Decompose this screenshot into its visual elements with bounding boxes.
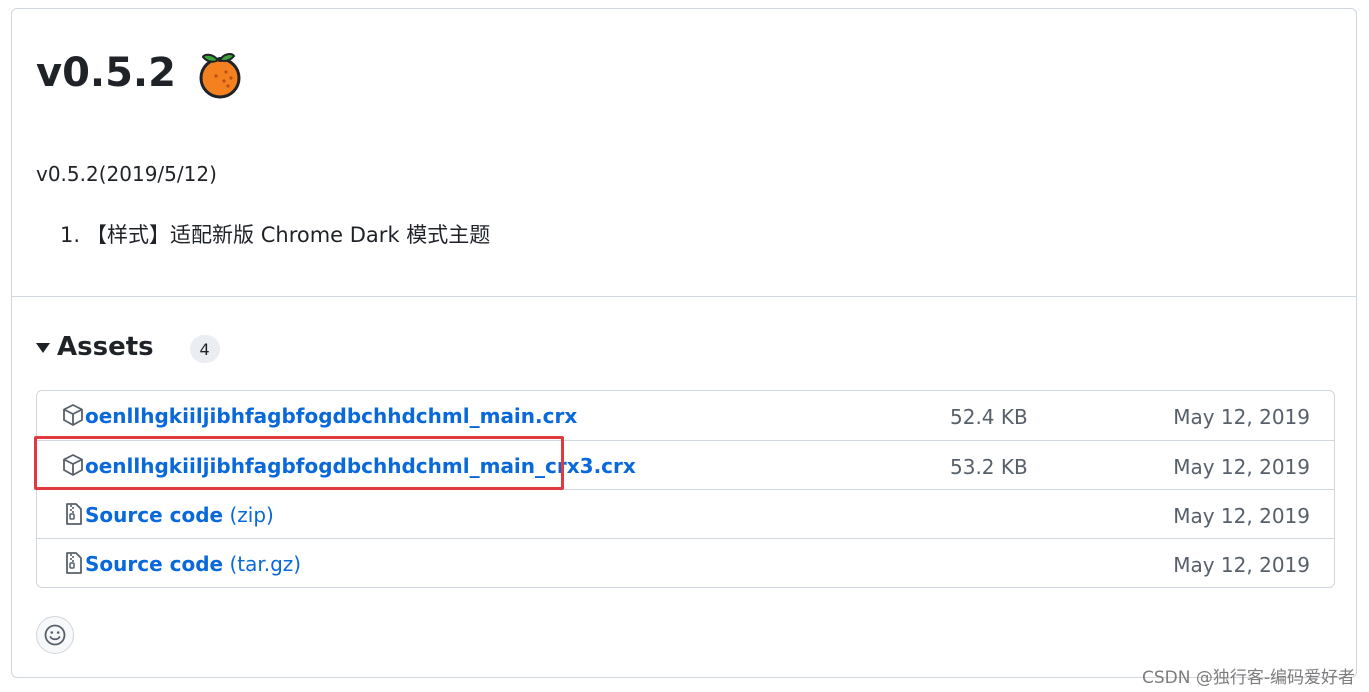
- asset-link-main-crx3[interactable]: oenllhgkiiljibhfagbfogdbchhdchml_main_cr…: [85, 453, 636, 479]
- package-icon: [63, 454, 83, 476]
- package-icon: [63, 404, 83, 426]
- smiley-icon: [44, 624, 66, 646]
- asset-row: oenllhgkiiljibhfagbfogdbchhdchml_main_cr…: [37, 440, 1334, 489]
- asset-link-source-targz[interactable]: Source code (tar.gz): [85, 551, 301, 577]
- file-zip-icon: [66, 503, 82, 525]
- assets-title: Assets: [57, 332, 154, 362]
- assets-list: oenllhgkiiljibhfagbfogdbchhdchml_main.cr…: [36, 390, 1335, 588]
- release-date-line: v0.5.2(2019/5/12): [36, 162, 217, 186]
- asset-date: May 12, 2019: [1173, 405, 1310, 429]
- section-divider: [12, 296, 1356, 297]
- asset-date: May 12, 2019: [1173, 504, 1310, 528]
- assets-count-badge: 4: [189, 335, 220, 363]
- asset-date: May 12, 2019: [1173, 553, 1310, 577]
- add-reaction-button[interactable]: [36, 616, 74, 654]
- asset-date: May 12, 2019: [1173, 455, 1310, 479]
- release-note-number: 1.: [60, 223, 81, 247]
- asset-row: oenllhgkiiljibhfagbfogdbchhdchml_main.cr…: [37, 391, 1334, 440]
- caret-down-icon: [36, 343, 50, 353]
- assets-toggle[interactable]: Assets 4: [36, 327, 220, 367]
- release-note-text: 【样式】适配新版 Chrome Dark 模式主题: [86, 223, 491, 247]
- release-card: v0.5.2 v0.5.2(2019/5/12) 1. 【样式】适配新版 Chro…: [11, 8, 1357, 678]
- asset-row: Source code (zip) May 12, 2019: [37, 489, 1334, 538]
- release-notes-list: 1. 【样式】适配新版 Chrome Dark 模式主题: [60, 221, 490, 249]
- orange-emoji-icon: [199, 53, 241, 99]
- file-zip-icon: [66, 552, 82, 574]
- asset-link-source-zip[interactable]: Source code (zip): [85, 502, 274, 528]
- asset-row: Source code (tar.gz) May 12, 2019: [37, 538, 1334, 587]
- release-title-text: v0.5.2: [36, 50, 176, 96]
- asset-size: 53.2 KB: [950, 455, 1028, 479]
- release-note-item: 1. 【样式】适配新版 Chrome Dark 模式主题: [60, 221, 490, 249]
- asset-size: 52.4 KB: [950, 405, 1028, 429]
- watermark-text: CSDN @独行客-编码爱好者: [1141, 668, 1355, 688]
- release-title: v0.5.2: [36, 47, 246, 99]
- asset-link-main-crx[interactable]: oenllhgkiiljibhfagbfogdbchhdchml_main.cr…: [85, 403, 577, 429]
